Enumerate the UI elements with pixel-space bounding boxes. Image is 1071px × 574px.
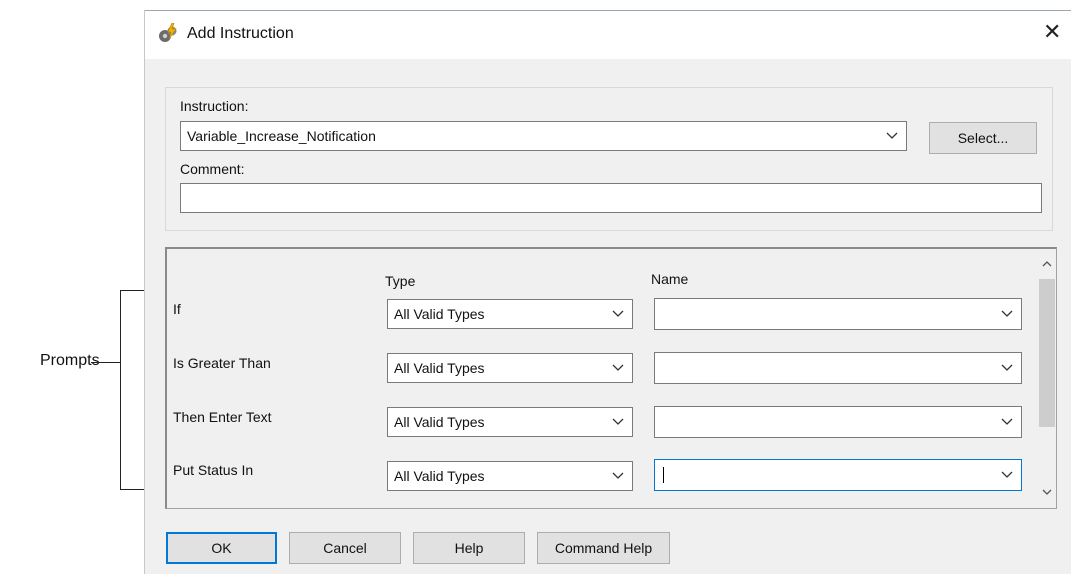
chevron-down-icon [610,300,626,328]
type-dropdown-if[interactable]: All Valid Types [387,299,633,329]
instruction-value: Variable_Increase_Notification [187,128,376,144]
title-bar: Add Instruction ✕ [145,10,1071,59]
add-instruction-dialog: Add Instruction ✕ Instruction: Variable_… [144,10,1071,574]
prompt-label-put-status-in: Put Status In [173,462,254,478]
cancel-button[interactable]: Cancel [289,532,401,564]
name-dropdown-then-enter-text[interactable] [654,406,1022,438]
chevron-up-icon[interactable] [1038,255,1056,273]
name-dropdown-is-greater-than[interactable] [654,352,1022,384]
comment-label: Comment: [180,161,245,177]
comment-field[interactable] [180,183,1042,213]
name-dropdown-if[interactable] [654,298,1022,330]
instruction-dropdown[interactable]: Variable_Increase_Notification [180,121,907,151]
prompt-label-if: If [173,301,181,317]
name-dropdown-put-status-in[interactable] [654,459,1022,491]
annotation-bracket [120,290,121,490]
prompt-label-is-greater-than: Is Greater Than [173,355,271,371]
chevron-down-icon [999,407,1015,437]
instruction-label: Instruction: [180,98,249,114]
type-value: All Valid Types [394,468,485,484]
type-column-header: Type [385,273,416,289]
type-value: All Valid Types [394,414,485,430]
prompts-annotation-label: Prompts [40,352,100,369]
instruction-group: Instruction: Variable_Increase_Notificat… [165,87,1053,231]
prompt-label-then-enter-text: Then Enter Text [173,409,272,425]
text-cursor [663,467,664,483]
chevron-down-icon [999,460,1015,490]
dialog-title: Add Instruction [187,25,294,42]
type-dropdown-then-enter-text[interactable]: All Valid Types [387,407,633,437]
scrollbar-thumb[interactable] [1039,279,1055,427]
chevron-down-icon [999,299,1015,329]
prompts-scrollbar[interactable] [1038,249,1056,508]
chevron-down-icon[interactable] [1038,483,1056,501]
help-button[interactable]: Help [413,532,525,564]
type-value: All Valid Types [394,360,485,376]
command-help-button[interactable]: Command Help [537,532,670,564]
close-button[interactable]: ✕ [1043,21,1061,43]
annotation-leader-line [91,362,120,363]
name-column-header: Name [651,271,689,287]
chevron-down-icon [610,462,626,490]
chevron-down-icon [610,354,626,382]
type-dropdown-is-greater-than[interactable]: All Valid Types [387,353,633,383]
chevron-down-icon [999,353,1015,383]
ok-button[interactable]: OK [166,532,277,564]
type-dropdown-put-status-in[interactable]: All Valid Types [387,461,633,491]
chevron-down-icon [884,122,900,150]
prompts-panel: Type Name If All Valid Types Is Greater … [165,247,1057,509]
chevron-down-icon [610,408,626,436]
gears-lightning-icon [159,23,177,42]
select-button[interactable]: Select... [929,122,1037,154]
type-value: All Valid Types [394,306,485,322]
